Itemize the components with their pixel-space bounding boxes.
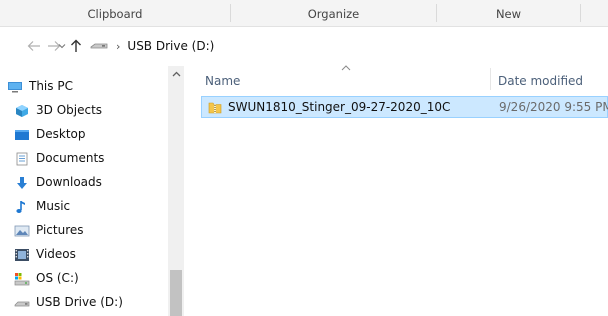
nav-item-desktop[interactable]: Desktop [0, 123, 168, 147]
nav-item-label: Downloads [36, 175, 102, 189]
nav-item-music[interactable]: Music [0, 195, 168, 219]
address-box[interactable]: › USB Drive (D:) [88, 33, 608, 59]
videos-icon [14, 248, 30, 262]
usb-drive-icon [14, 296, 30, 310]
usb-drive-icon [90, 43, 108, 49]
column-separator[interactable] [490, 68, 491, 90]
pc-icon [7, 80, 23, 94]
sort-ascending-icon [341, 63, 351, 74]
breadcrumb-current[interactable]: USB Drive (D:) [127, 39, 214, 53]
ribbon-separator [580, 4, 581, 22]
up-button[interactable] [66, 35, 86, 57]
nav-item-label: OS (C:) [36, 271, 79, 285]
up-arrow-icon [71, 39, 81, 52]
documents-icon [14, 152, 30, 166]
chevron-down-icon [58, 44, 66, 49]
scroll-up-arrow-icon[interactable] [168, 66, 184, 82]
nav-item-3d-objects[interactable]: 3D Objects [0, 99, 168, 123]
navigation-pane: This PC 3D Objects Desktop Documents Dow… [0, 66, 185, 316]
zip-folder-icon [208, 102, 222, 114]
column-header-row: Name Date modified [186, 63, 608, 92]
column-header-name[interactable]: Name [205, 74, 240, 88]
ribbon: Clipboard Organize New [0, 0, 608, 27]
nav-item-label: This PC [29, 79, 73, 93]
os-drive-icon [14, 272, 30, 286]
nav-item-label: Desktop [36, 127, 86, 141]
file-date-modified: 9/26/2020 9:55 PM [499, 100, 608, 114]
nav-item-videos[interactable]: Videos [0, 243, 168, 267]
nav-item-usb-drive[interactable]: USB Drive (D:) [0, 291, 168, 315]
nav-item-label: Pictures [36, 223, 84, 237]
pictures-icon [14, 224, 30, 238]
breadcrumb-chevron-icon[interactable]: › [116, 40, 120, 53]
nav-item-downloads[interactable]: Downloads [0, 171, 168, 195]
file-list: Name Date modified SWUN1810_Stinger_09-2… [186, 63, 608, 316]
downloads-icon [14, 176, 30, 190]
nav-item-pictures[interactable]: Pictures [0, 219, 168, 243]
nav-item-label: USB Drive (D:) [36, 295, 123, 309]
column-header-date-modified[interactable]: Date modified [498, 74, 583, 88]
ribbon-group-clipboard[interactable]: Clipboard [0, 0, 230, 26]
nav-item-os-drive[interactable]: OS (C:) [0, 267, 168, 291]
ribbon-group-organize[interactable]: Organize [231, 0, 436, 26]
nav-item-label: Videos [36, 247, 76, 261]
file-name: SWUN1810_Stinger_09-27-2020_10C [228, 100, 451, 114]
back-arrow-icon [27, 41, 40, 51]
desktop-icon [14, 128, 30, 142]
file-row[interactable]: SWUN1810_Stinger_09-27-2020_10C 9/26/202… [201, 96, 608, 118]
nav-item-documents[interactable]: Documents [0, 147, 168, 171]
3d-objects-icon [14, 104, 30, 118]
navigation-scrollbar[interactable] [168, 66, 184, 316]
nav-item-label: 3D Objects [36, 103, 103, 117]
ribbon-group-new[interactable]: New [437, 0, 580, 26]
back-button[interactable] [24, 35, 44, 57]
address-bar-row: › USB Drive (D:) [0, 27, 608, 65]
nav-item-label: Music [36, 199, 71, 213]
nav-item-label: Documents [36, 151, 105, 165]
scrollbar-thumb[interactable] [170, 270, 182, 316]
music-icon [14, 200, 30, 214]
nav-item-this-pc[interactable]: This PC [0, 75, 168, 99]
